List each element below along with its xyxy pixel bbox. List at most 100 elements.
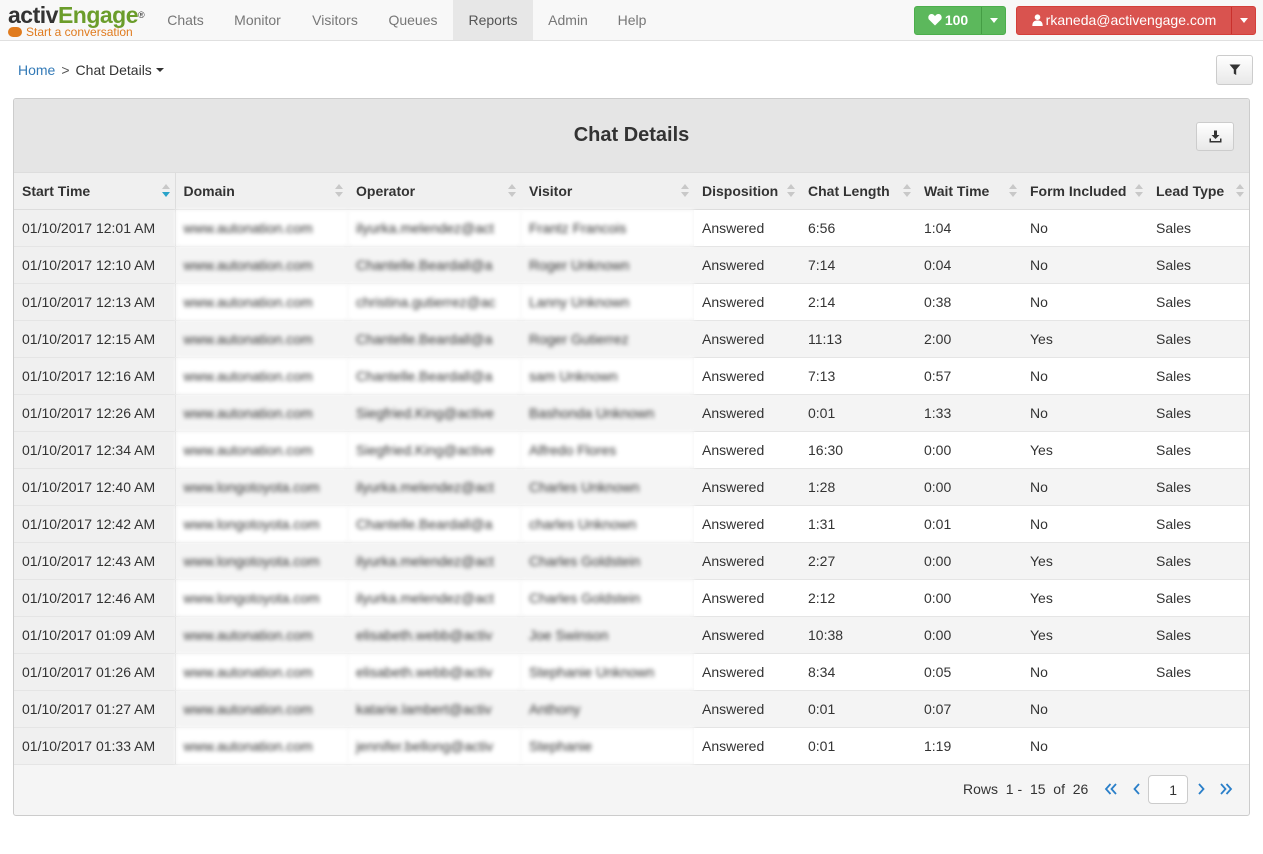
cell-lead-type: Sales [1148,394,1249,432]
likes-dropdown-toggle[interactable] [981,7,1006,34]
table-row[interactable]: 01/10/2017 12:34 AM www.autonation.com Sie… [14,431,1249,469]
cell-operator: katarie.lambert@activ [348,690,521,728]
nav-chats[interactable]: Chats [156,0,215,40]
cell-lead-type [1148,727,1249,765]
cell-chat-length: 2:12 [800,579,916,617]
user-menu-button[interactable]: rkaneda@activengage.com [1017,7,1231,34]
column-header-operator[interactable]: Operator [348,172,521,210]
nav-visitors[interactable]: Visitors [302,0,368,40]
table-row[interactable]: 01/10/2017 12:13 AM www.autonation.com chr… [14,283,1249,321]
cell-domain: www.autonation.com [175,394,348,432]
cell-start-time: 01/10/2017 12:46 AM [14,579,176,617]
cell-form-included: Yes [1022,431,1148,469]
cell-disposition: Answered [694,357,800,395]
cell-form-included: No [1022,727,1148,765]
table-row[interactable]: 01/10/2017 12:16 AM www.autonation.com Cha… [14,357,1249,395]
column-header-disposition[interactable]: Disposition [694,172,800,210]
sort-icon [1135,184,1143,200]
table-row[interactable]: 01/10/2017 01:27 AM www.autonation.com kat… [14,690,1249,728]
table-row[interactable]: 01/10/2017 12:42 AM www.longotoyota.com Ch… [14,505,1249,543]
cell-chat-length: 0:01 [800,690,916,728]
nav-reports[interactable]: Reports [453,0,533,40]
table-row[interactable]: 01/10/2017 12:26 AM www.autonation.com Sie… [14,394,1249,432]
cell-form-included: No [1022,468,1148,506]
cell-form-included: Yes [1022,579,1148,617]
table-row[interactable]: 01/10/2017 12:10 AM www.autonation.com Cha… [14,246,1249,284]
likes-button[interactable]: 100 [915,7,981,34]
filter-button[interactable] [1216,55,1253,85]
cell-domain: www.longotoyota.com [175,579,348,617]
cell-chat-length: 0:01 [800,394,916,432]
cell-chat-length: 11:13 [800,320,916,358]
previous-page-button[interactable] [1128,779,1146,799]
table-row[interactable]: 01/10/2017 12:01 AM www.autonation.com ily… [14,209,1249,247]
cell-disposition: Answered [694,468,800,506]
page-number-input[interactable] [1148,775,1188,804]
table-row[interactable]: 01/10/2017 12:46 AM www.longotoyota.com il… [14,579,1249,617]
column-header-start-time[interactable]: Start Time [14,172,176,210]
cell-disposition: Answered [694,320,800,358]
cell-domain: www.longotoyota.com [175,505,348,543]
heart-icon [928,13,942,26]
brand-logo[interactable]: activEngage® Start a conversation [8,2,158,39]
cell-lead-type: Sales [1148,246,1249,284]
first-page-button[interactable] [1102,779,1120,799]
cell-start-time: 01/10/2017 01:26 AM [14,653,176,691]
cell-chat-length: 7:13 [800,357,916,395]
download-icon [1209,130,1222,143]
column-header-visitor[interactable]: Visitor [521,172,694,210]
caret-down-icon [990,18,998,23]
cell-form-included: Yes [1022,616,1148,654]
cell-chat-length: 10:38 [800,616,916,654]
table-header-row: Start Time Domain Operator Visitor Dispo… [14,172,1249,210]
cell-start-time: 01/10/2017 12:16 AM [14,357,176,395]
table-row[interactable]: 01/10/2017 01:26 AM www.autonation.com eli… [14,653,1249,691]
table-row[interactable]: 01/10/2017 01:33 AM www.autonation.com jen… [14,727,1249,765]
sort-icon [903,184,911,200]
breadcrumb-home-link[interactable]: Home [18,62,55,78]
cell-operator: ilyurka.melendez@act [348,209,521,247]
cell-lead-type: Sales [1148,579,1249,617]
table-row[interactable]: 01/10/2017 12:40 AM www.longotoyota.com il… [14,468,1249,506]
cell-visitor: Roger Gutierrez [521,320,694,358]
table-row[interactable]: 01/10/2017 12:43 AM www.longotoyota.com il… [14,542,1249,580]
cell-domain: www.autonation.com [175,246,348,284]
cell-operator: Siegfried.King@active [348,394,521,432]
column-header-wait-time[interactable]: Wait Time [916,172,1022,210]
cell-domain: www.longotoyota.com [175,542,348,580]
cell-visitor: Charles Goldstein [521,579,694,617]
caret-down-icon [155,68,164,73]
table-body: 01/10/2017 12:01 AM www.autonation.com ily… [14,209,1249,765]
nav-monitor[interactable]: Monitor [223,0,292,40]
last-page-button[interactable] [1217,779,1235,799]
nav-queues[interactable]: Queues [378,0,448,40]
nav-help[interactable]: Help [608,0,656,40]
cell-disposition: Answered [694,394,800,432]
double-chevron-left-icon [1104,783,1117,795]
cell-visitor: sam Unknown [521,357,694,395]
cell-wait-time: 0:07 [916,690,1022,728]
cell-lead-type: Sales [1148,320,1249,358]
next-page-button[interactable] [1192,779,1210,799]
column-header-form-included[interactable]: Form Included [1022,172,1148,210]
pagination-bar: Rows 1 - 15 of 26 [14,764,1249,815]
cell-lead-type: Sales [1148,653,1249,691]
cell-lead-type: Sales [1148,542,1249,580]
cell-form-included: No [1022,394,1148,432]
rows-summary: Rows 1 - 15 of 26 [963,781,1089,797]
table-row[interactable]: 01/10/2017 12:15 AM www.autonation.com Cha… [14,320,1249,358]
table-row[interactable]: 01/10/2017 01:09 AM www.autonation.com eli… [14,616,1249,654]
cell-wait-time: 0:00 [916,431,1022,469]
cell-disposition: Answered [694,505,800,543]
column-header-domain[interactable]: Domain [175,172,348,210]
cell-start-time: 01/10/2017 12:13 AM [14,283,176,321]
cell-lead-type: Sales [1148,468,1249,506]
user-dropdown-toggle[interactable] [1231,7,1256,34]
download-button[interactable] [1196,122,1234,151]
cell-visitor: Roger Unknown [521,246,694,284]
column-header-chat-length[interactable]: Chat Length [800,172,916,210]
breadcrumb-current-dropdown[interactable]: Chat Details [76,62,164,78]
column-header-lead-type[interactable]: Lead Type [1148,172,1249,210]
nav-admin[interactable]: Admin [538,0,598,40]
cell-domain: www.autonation.com [175,653,348,691]
